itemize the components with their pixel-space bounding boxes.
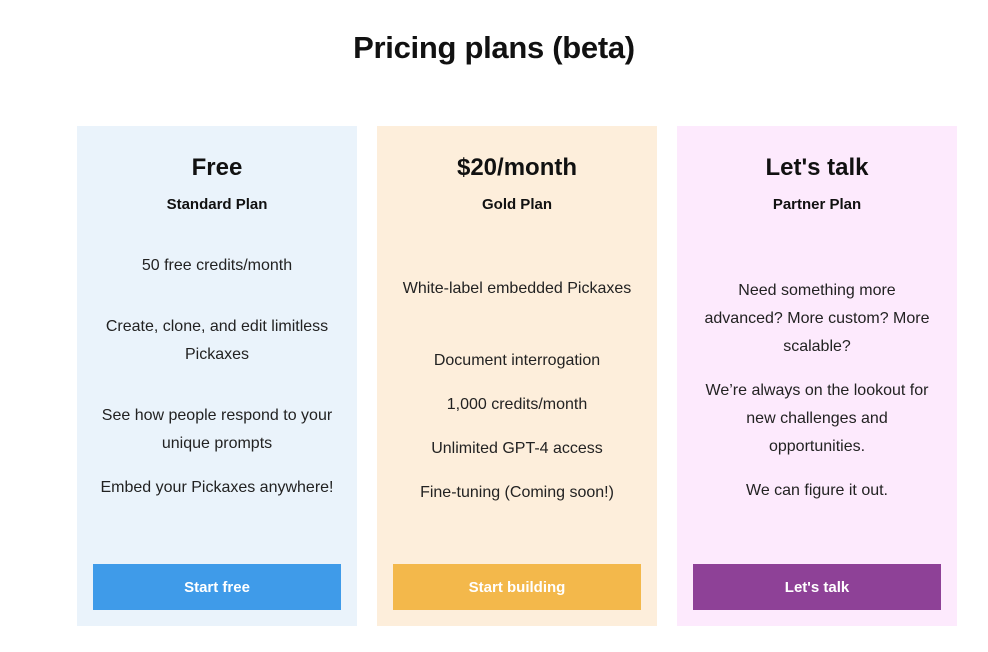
start-free-button[interactable]: Start free <box>93 564 341 610</box>
pricing-page: Pricing plans (beta) Free Standard Plan … <box>0 0 988 652</box>
plan-card-partner: Let's talk Partner Plan Need something m… <box>677 126 957 626</box>
lets-talk-button[interactable]: Let's talk <box>693 564 941 610</box>
plan-card-gold: $20/month Gold Plan White-label embedded… <box>377 126 657 626</box>
plan-feature: See how people respond to your unique pr… <box>101 407 333 452</box>
plan-name: Gold Plan <box>481 196 552 213</box>
plan-feature: 50 free credits/month <box>141 257 293 274</box>
plan-price: Free <box>191 154 243 181</box>
plan-name: Partner Plan <box>772 196 862 213</box>
page-title: Pricing plans (beta) <box>353 30 635 65</box>
plan-feature: Create, clone, and edit limitless Pickax… <box>105 318 329 363</box>
plan-feature: Document interrogation <box>433 352 601 369</box>
plan-price: $20/month <box>456 154 578 181</box>
start-building-button[interactable]: Start building <box>393 564 641 610</box>
plan-feature: Fine-tuning (Coming soon!) <box>420 484 614 501</box>
plan-feature: Unlimited GPT-4 access <box>431 440 603 457</box>
plan-card-free: Free Standard Plan 50 free credits/month… <box>77 126 357 626</box>
plan-feature: We can figure it out. <box>746 482 888 499</box>
plan-feature: White-label embedded Pickaxes <box>402 280 632 297</box>
plan-feature: We’re always on the lookout for new chal… <box>705 382 929 455</box>
plan-feature: 1,000 credits/month <box>446 396 588 413</box>
plan-price: Let's talk <box>765 154 869 181</box>
plan-feature: Embed your Pickaxes anywhere! <box>100 479 334 496</box>
plan-name: Standard Plan <box>166 196 268 213</box>
plan-feature: Need something more advanced? More custo… <box>704 282 930 355</box>
